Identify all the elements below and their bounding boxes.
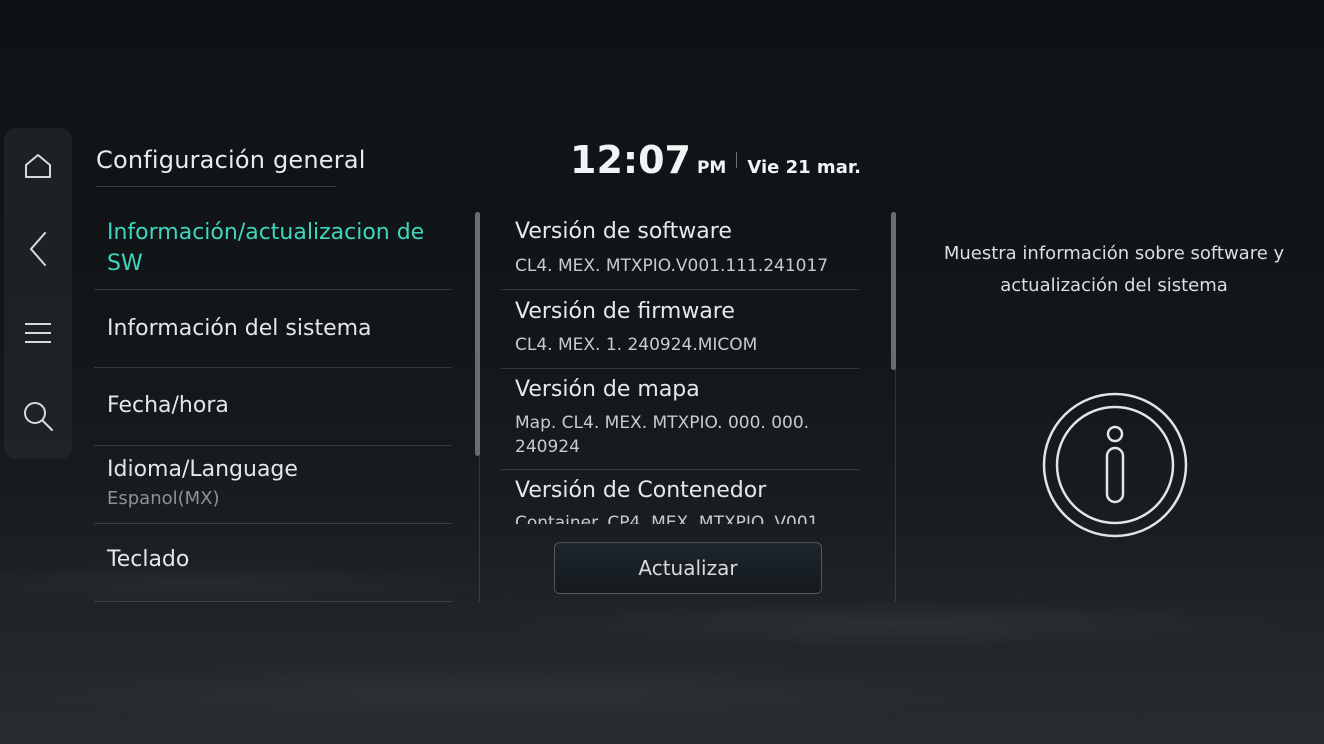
menu-item-date-time[interactable]: Fecha/hora xyxy=(94,368,452,446)
clock-date: Vie 21 mar. xyxy=(747,157,861,178)
menu-item-label: Información/actualizacion de SW xyxy=(107,220,425,276)
back-icon xyxy=(29,232,46,266)
description-text: Muestra información sobre software y act… xyxy=(943,243,1285,296)
menu-item-label: Teclado xyxy=(107,547,190,572)
clock-time: 12:07 xyxy=(570,138,691,182)
search-icon xyxy=(24,402,53,431)
versions-scrollbar[interactable] xyxy=(891,212,896,370)
menu-item-system-info[interactable]: Información del sistema xyxy=(94,290,452,368)
version-value: CL4. MEX. MTXPIO.V001.111.241017 xyxy=(515,256,829,276)
container-version-row: Versión de Contenedor Container. CP4. ME… xyxy=(501,470,859,524)
home-button[interactable] xyxy=(4,136,72,196)
title-divider xyxy=(96,186,336,187)
side-rail xyxy=(4,128,72,459)
version-value: Container. CP4. MEX. MTXPIO. V001 xyxy=(515,513,819,524)
info-icon xyxy=(1042,392,1188,538)
back-button[interactable] xyxy=(4,219,72,279)
firmware-version-row: Versión de firmware CL4. MEX. 1. 240924.… xyxy=(501,290,859,369)
version-title: Versión de Contenedor xyxy=(515,478,767,503)
version-title: Versión de software xyxy=(515,219,732,244)
page-title: Configuración general xyxy=(96,146,366,174)
menu-item-keyboard[interactable]: Teclado xyxy=(94,524,452,602)
menu-item-label: Fecha/hora xyxy=(107,393,229,418)
menu-item-label: Idioma/Language xyxy=(107,457,298,482)
home-icon xyxy=(25,154,51,178)
search-button[interactable] xyxy=(4,386,72,446)
clock: 12:07 PM Vie 21 mar. xyxy=(570,138,861,182)
version-list: Versión de software CL4. MEX. MTXPIO.V00… xyxy=(501,212,859,524)
menu-item-language[interactable]: Idioma/Language Espanol(MX) xyxy=(94,446,452,524)
update-button[interactable]: Actualizar xyxy=(554,542,822,594)
clock-ampm: PM xyxy=(696,158,727,178)
version-value: Map. CL4. MEX. MTXPIO. 000. 000. 240924 xyxy=(515,413,810,457)
map-version-row: Versión de mapa Map. CL4. MEX. MTXPIO. 0… xyxy=(501,369,859,470)
clock-separator xyxy=(736,152,738,168)
menu-item-sw-info[interactable]: Información/actualizacion de SW xyxy=(94,210,452,290)
version-title: Versión de firmware xyxy=(515,299,735,324)
software-version-row: Versión de software CL4. MEX. MTXPIO.V00… xyxy=(501,212,859,290)
version-value: CL4. MEX. 1. 240924.MICOM xyxy=(515,335,758,355)
language-value: Espanol(MX) xyxy=(107,488,220,509)
menu-scrollbar[interactable] xyxy=(475,212,480,456)
settings-menu: Información/actualizacion de SW Informac… xyxy=(94,210,452,602)
version-title: Versión de mapa xyxy=(515,377,700,402)
menu-item-label: Información del sistema xyxy=(107,316,372,341)
menu-icon xyxy=(25,323,51,343)
menu-button[interactable] xyxy=(4,303,72,363)
